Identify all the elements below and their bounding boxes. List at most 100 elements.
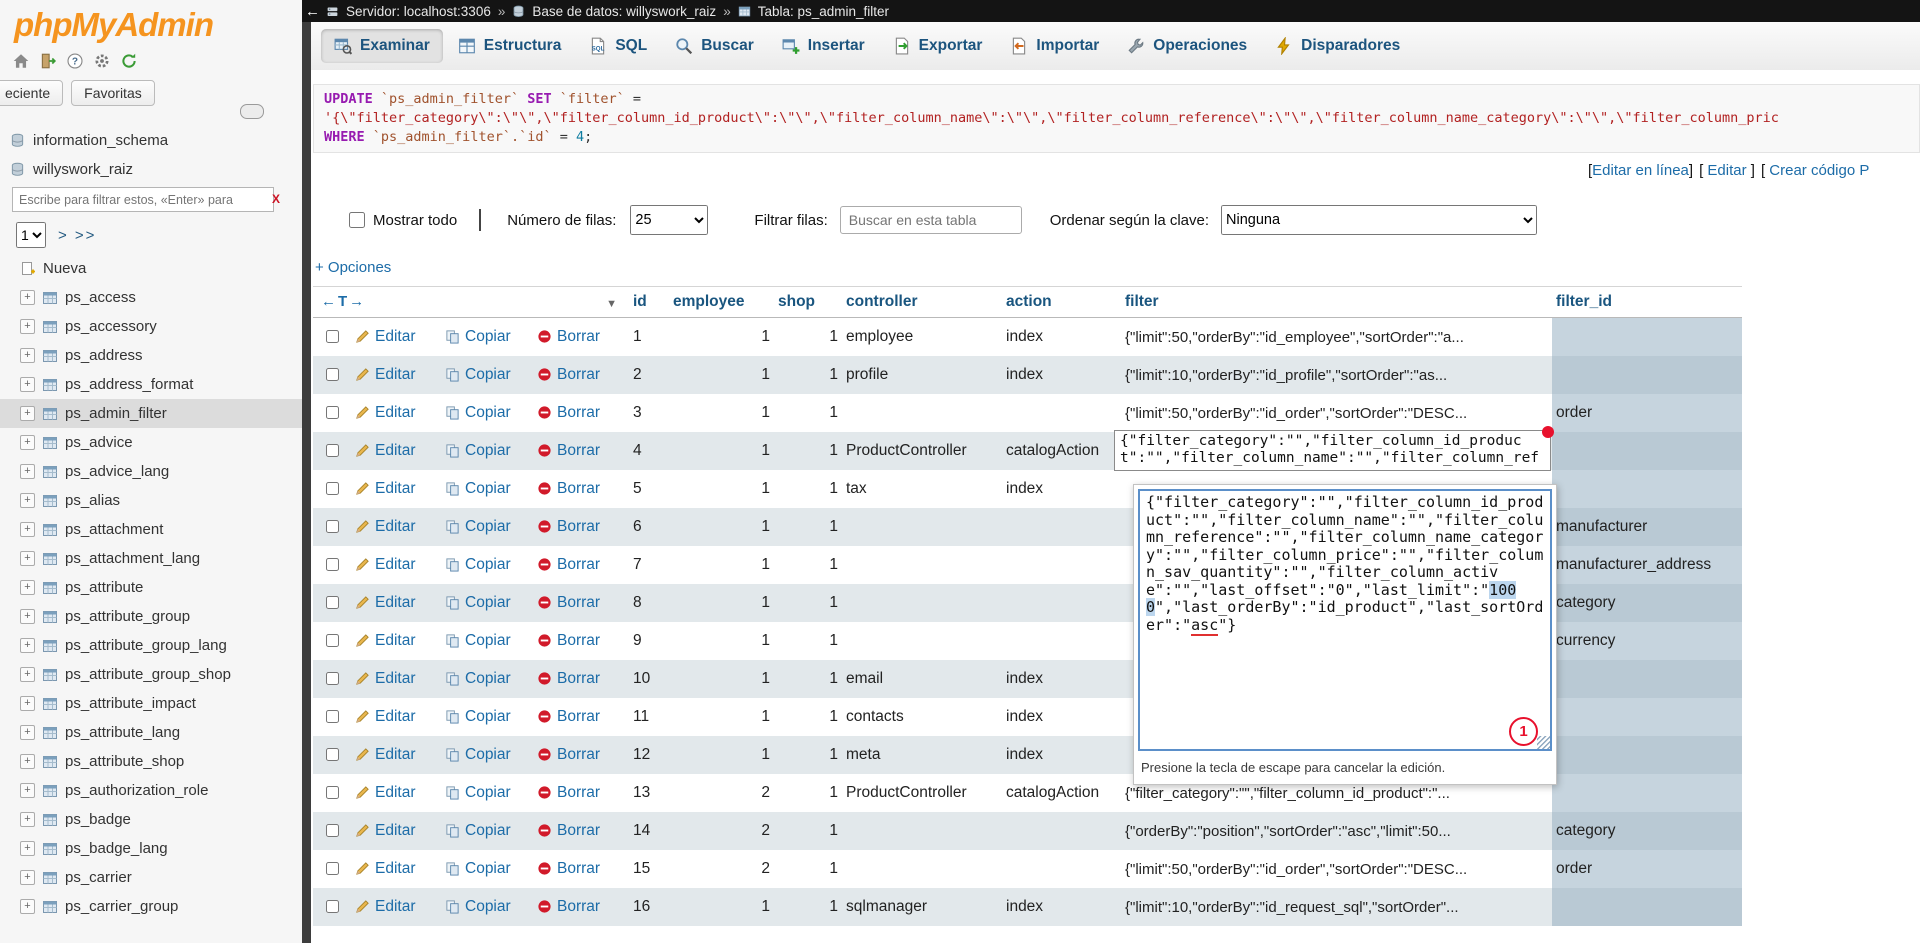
row-delete-link[interactable]: Borrar xyxy=(557,860,600,877)
row-edit-link[interactable]: Editar xyxy=(375,328,416,345)
sidebar-new-table[interactable]: Nueva xyxy=(0,254,302,283)
refresh-icon[interactable] xyxy=(120,52,138,70)
column-header-shop[interactable]: shop xyxy=(774,287,842,318)
sidebar-table-ps_carrier_group[interactable]: +ps_carrier_group xyxy=(0,892,302,921)
row-delete-link[interactable]: Borrar xyxy=(557,594,600,611)
cell-filter[interactable]: {"filter_category":"","filter_column_id_… xyxy=(1121,432,1552,470)
sidebar-table-ps_attribute_group[interactable]: +ps_attribute_group xyxy=(0,602,302,631)
row-delete-link[interactable]: Borrar xyxy=(557,632,600,649)
column-header-employee[interactable]: employee xyxy=(669,287,774,318)
row-delete-link[interactable]: Borrar xyxy=(557,746,600,763)
row-checkbox[interactable] xyxy=(326,368,339,381)
tree-page-next[interactable]: > >> xyxy=(58,227,96,244)
sidebar-table-ps_attribute[interactable]: +ps_attribute xyxy=(0,573,302,602)
panel-divider[interactable] xyxy=(302,0,311,943)
row-delete-link[interactable]: Borrar xyxy=(557,670,600,687)
expand-icon[interactable]: + xyxy=(20,406,35,421)
row-delete-link[interactable]: Borrar xyxy=(557,822,600,839)
row-checkbox[interactable] xyxy=(326,406,339,419)
sql-action-link[interactable]: Editar xyxy=(1707,162,1746,179)
column-header-action[interactable]: action xyxy=(1002,287,1121,318)
tab-estructura[interactable]: Estructura xyxy=(445,29,575,63)
expand-icon[interactable]: + xyxy=(20,667,35,682)
row-edit-link[interactable]: Editar xyxy=(375,632,416,649)
row-checkbox[interactable] xyxy=(326,520,339,533)
tab-sql[interactable]: SQLSQL xyxy=(576,29,660,63)
recent-tab[interactable]: eciente xyxy=(0,80,63,106)
row-copy-link[interactable]: Copiar xyxy=(465,404,511,421)
sidebar-table-ps_attachment_lang[interactable]: +ps_attachment_lang xyxy=(0,544,302,573)
row-checkbox[interactable] xyxy=(326,900,339,913)
expand-icon[interactable]: + xyxy=(20,319,35,334)
row-edit-link[interactable]: Editar xyxy=(375,442,416,459)
row-delete-link[interactable]: Borrar xyxy=(557,518,600,535)
sidebar-table-ps_badge_lang[interactable]: +ps_badge_lang xyxy=(0,834,302,863)
row-checkbox[interactable] xyxy=(326,710,339,723)
breadcrumb-item[interactable]: Servidor: localhost:3306 xyxy=(346,4,491,19)
favorites-tab[interactable]: Favoritas xyxy=(71,80,155,106)
table-search-input[interactable] xyxy=(840,206,1022,234)
row-checkbox[interactable] xyxy=(326,634,339,647)
breadcrumb-item[interactable]: Base de datos: willyswork_raiz xyxy=(532,4,716,19)
sidebar-table-ps_access[interactable]: +ps_access xyxy=(0,283,302,312)
row-edit-link[interactable]: Editar xyxy=(375,746,416,763)
row-checkbox[interactable] xyxy=(326,444,339,457)
tab-importar[interactable]: Importar xyxy=(997,29,1112,63)
row-copy-link[interactable]: Copiar xyxy=(465,822,511,839)
expand-icon[interactable]: + xyxy=(20,812,35,827)
sidebar-table-ps_admin_filter[interactable]: +ps_admin_filter xyxy=(0,399,302,428)
sidebar-table-ps_attribute_lang[interactable]: +ps_attribute_lang xyxy=(0,718,302,747)
row-copy-link[interactable]: Copiar xyxy=(465,366,511,383)
row-copy-link[interactable]: Copiar xyxy=(465,898,511,915)
row-edit-link[interactable]: Editar xyxy=(375,670,416,687)
sidebar-table-ps_alias[interactable]: +ps_alias xyxy=(0,486,302,515)
expand-icon[interactable]: + xyxy=(20,754,35,769)
row-edit-link[interactable]: Editar xyxy=(375,898,416,915)
rows-count-select[interactable]: 25 xyxy=(630,205,708,235)
expand-icon[interactable]: + xyxy=(20,870,35,885)
settings-icon[interactable] xyxy=(93,52,111,70)
row-delete-link[interactable]: Borrar xyxy=(557,480,600,497)
expand-icon[interactable]: + xyxy=(20,493,35,508)
row-copy-link[interactable]: Copiar xyxy=(465,708,511,725)
column-header-id[interactable]: id xyxy=(629,287,669,318)
inline-edit-textarea[interactable]: {"filter_category":"","filter_column_id_… xyxy=(1138,489,1552,751)
row-copy-link[interactable]: Copiar xyxy=(465,784,511,801)
expand-icon[interactable]: + xyxy=(20,377,35,392)
cell-filter[interactable]: {"limit":10,"orderBy":"id_profile","sort… xyxy=(1121,356,1552,394)
cell-filter[interactable]: {"limit":10,"orderBy":"id_request_sql","… xyxy=(1121,888,1552,926)
tab-exportar[interactable]: Exportar xyxy=(880,29,996,63)
sidebar-table-ps_address_format[interactable]: +ps_address_format xyxy=(0,370,302,399)
expand-icon[interactable]: + xyxy=(20,464,35,479)
expand-icon[interactable]: + xyxy=(20,348,35,363)
collapse-arrow-icon[interactable]: ← xyxy=(305,3,319,20)
expand-icon[interactable]: + xyxy=(20,841,35,856)
tab-disparadores[interactable]: Disparadores xyxy=(1262,29,1413,63)
sidebar-table-ps_carrier[interactable]: +ps_carrier xyxy=(0,863,302,892)
row-edit-link[interactable]: Editar xyxy=(375,708,416,725)
row-delete-link[interactable]: Borrar xyxy=(557,898,600,915)
sidebar-table-ps_attribute_shop[interactable]: +ps_attribute_shop xyxy=(0,747,302,776)
tab-operaciones[interactable]: Operaciones xyxy=(1114,29,1260,63)
row-checkbox[interactable] xyxy=(326,786,339,799)
logout-icon[interactable] xyxy=(39,52,57,70)
options-toggle[interactable]: + Opciones xyxy=(315,259,1920,276)
show-all-checkbox[interactable] xyxy=(349,212,365,228)
row-edit-link[interactable]: Editar xyxy=(375,860,416,877)
sidebar-table-ps_badge[interactable]: +ps_badge xyxy=(0,805,302,834)
phpmyadmin-logo[interactable]: phpMyAdmin xyxy=(0,0,302,44)
sidebar-table-ps_attachment[interactable]: +ps_attachment xyxy=(0,515,302,544)
breadcrumb-item[interactable]: Tabla: ps_admin_filter xyxy=(758,4,889,19)
expand-icon[interactable]: + xyxy=(20,290,35,305)
row-checkbox[interactable] xyxy=(326,558,339,571)
row-copy-link[interactable]: Copiar xyxy=(465,860,511,877)
cell-filter[interactable]: {"orderBy":"position","sortOrder":"asc",… xyxy=(1121,812,1552,850)
expand-icon[interactable]: + xyxy=(20,609,35,624)
row-checkbox[interactable] xyxy=(326,482,339,495)
row-copy-link[interactable]: Copiar xyxy=(465,480,511,497)
row-checkbox[interactable] xyxy=(326,824,339,837)
row-edit-link[interactable]: Editar xyxy=(375,556,416,573)
expand-icon[interactable]: + xyxy=(20,522,35,537)
row-delete-link[interactable]: Borrar xyxy=(557,366,600,383)
row-edit-link[interactable]: Editar xyxy=(375,784,416,801)
